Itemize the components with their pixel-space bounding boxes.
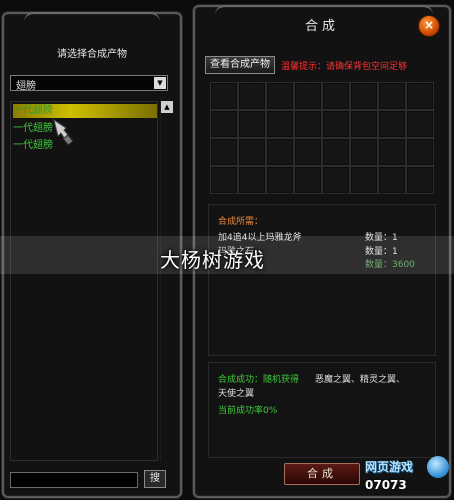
item-slot[interactable] bbox=[294, 166, 322, 194]
requirements-box: 合成所需： 加4追4以上玛雅龙斧 数量：1 玛雅之石 数量：1 数量：3600 bbox=[208, 204, 436, 356]
item-slot[interactable] bbox=[294, 82, 322, 110]
close-button[interactable]: × bbox=[418, 15, 440, 37]
list-item[interactable]: 一代翅膀 bbox=[13, 122, 53, 136]
item-slot[interactable] bbox=[406, 110, 434, 138]
item-slot[interactable] bbox=[378, 110, 406, 138]
item-slot[interactable] bbox=[406, 138, 434, 166]
item-slot[interactable] bbox=[350, 110, 378, 138]
logo-line2: 07073 bbox=[365, 478, 407, 492]
item-slot[interactable] bbox=[378, 138, 406, 166]
sword-cursor-icon bbox=[53, 118, 74, 146]
item-slot[interactable] bbox=[238, 82, 266, 110]
success-items: 恶魔之翼、精灵之翼、 bbox=[315, 375, 406, 385]
logo-line1: 网页游戏 bbox=[365, 460, 414, 474]
item-slot[interactable] bbox=[294, 110, 322, 138]
item-slot[interactable] bbox=[266, 166, 294, 194]
product-select-title: 请选择合成产物 bbox=[57, 49, 127, 60]
tip-label: 温馨提示： bbox=[281, 62, 327, 72]
item-slot[interactable] bbox=[378, 166, 406, 194]
inventory-slot-grid bbox=[210, 82, 434, 194]
view-products-button[interactable]: 查看合成产物 bbox=[205, 56, 275, 74]
item-slot[interactable] bbox=[238, 166, 266, 194]
crafting-title: 合成 bbox=[304, 19, 339, 34]
panel-ornament bbox=[24, 12, 160, 28]
list-scrollbar[interactable]: ▲ bbox=[160, 101, 173, 461]
item-slot[interactable] bbox=[406, 166, 434, 194]
item-slot[interactable] bbox=[294, 138, 322, 166]
item-slot[interactable] bbox=[350, 138, 378, 166]
item-slot[interactable] bbox=[322, 138, 350, 166]
success-rate: 当前成功率0% bbox=[218, 406, 278, 416]
tip-text: 温馨提示：请确保背包空间足够 bbox=[281, 59, 407, 72]
item-slot[interactable] bbox=[210, 138, 238, 166]
site-logo: 网页游戏 07073 bbox=[363, 456, 451, 496]
requirements-title: 合成所需： bbox=[218, 217, 264, 227]
list-item[interactable]: 一代翅膀 bbox=[13, 104, 157, 118]
product-list: 一代翅膀 一代翅膀 一代翅膀 bbox=[10, 101, 158, 461]
category-dropdown[interactable]: 翅膀 ▼ bbox=[10, 75, 168, 92]
craft-button[interactable]: 合成 bbox=[284, 463, 360, 485]
scroll-up-icon[interactable]: ▲ bbox=[161, 101, 173, 113]
item-slot[interactable] bbox=[266, 138, 294, 166]
item-slot[interactable] bbox=[266, 82, 294, 110]
item-slot[interactable] bbox=[210, 82, 238, 110]
success-label: 合成成功：随机获得 bbox=[218, 375, 300, 385]
search-button[interactable]: 搜 bbox=[144, 470, 166, 488]
item-slot[interactable] bbox=[350, 82, 378, 110]
chevron-down-icon[interactable]: ▼ bbox=[154, 77, 166, 89]
item-slot[interactable] bbox=[238, 110, 266, 138]
item-slot[interactable] bbox=[238, 138, 266, 166]
item-slot[interactable] bbox=[322, 166, 350, 194]
item-slot[interactable] bbox=[406, 82, 434, 110]
item-slot[interactable] bbox=[210, 166, 238, 194]
search-input[interactable] bbox=[10, 472, 138, 488]
item-slot[interactable] bbox=[266, 110, 294, 138]
item-slot[interactable] bbox=[322, 110, 350, 138]
item-slot[interactable] bbox=[350, 166, 378, 194]
watermark-text: 大杨树游戏 bbox=[160, 248, 265, 272]
item-slot[interactable] bbox=[322, 82, 350, 110]
item-slot[interactable] bbox=[210, 110, 238, 138]
item-slot[interactable] bbox=[378, 82, 406, 110]
tip-message: 请确保背包空间足够 bbox=[326, 62, 408, 72]
mascot-icon bbox=[427, 456, 449, 478]
close-icon: × bbox=[423, 18, 435, 32]
result-box: 合成成功：随机获得 恶魔之翼、精灵之翼、 天使之翼 当前成功率0% bbox=[208, 362, 436, 458]
success-items-cont: 天使之翼 bbox=[218, 389, 255, 399]
category-value: 翅膀 bbox=[16, 81, 36, 92]
list-item[interactable]: 一代翅膀 bbox=[13, 139, 53, 153]
